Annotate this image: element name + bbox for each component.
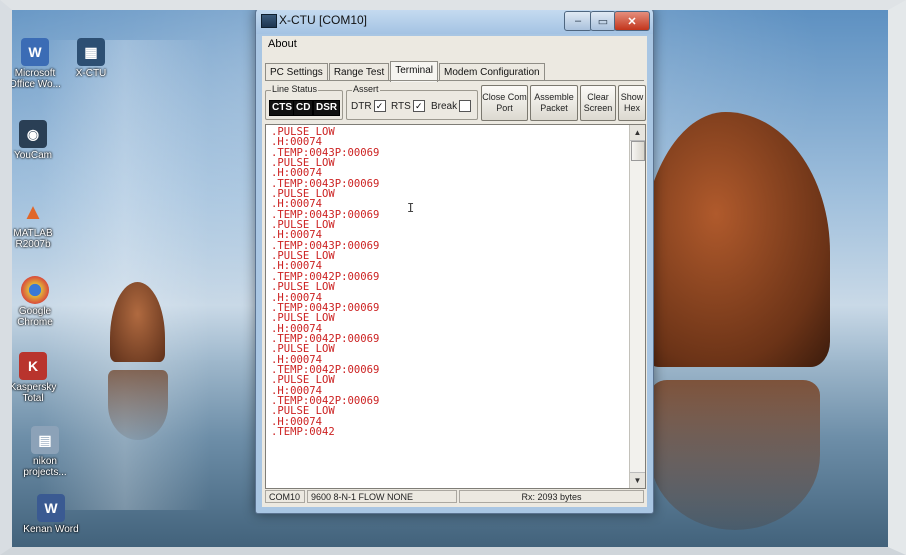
vertical-scrollbar[interactable]: ▲ ▼ <box>629 125 645 488</box>
scroll-up-arrow-icon[interactable]: ▲ <box>630 125 645 141</box>
desktop-icon-youcam[interactable]: ◉ YouCam <box>2 120 64 161</box>
chrome-icon <box>21 276 49 304</box>
scroll-down-arrow-icon[interactable]: ▼ <box>630 472 645 488</box>
cts-indicator: CTS <box>269 100 295 116</box>
menu-bar: About <box>262 36 647 55</box>
desktop-icon-xctu[interactable]: ▦ X-CTU <box>60 38 122 79</box>
word-doc-icon: W <box>21 38 49 66</box>
text-cursor-icon: I <box>407 201 415 215</box>
rts-checkbox[interactable]: RTS ✓ <box>391 100 425 112</box>
status-settings: 9600 8-N-1 FLOW NONE <box>307 490 457 503</box>
desktop-icon-matlab[interactable]: ▲ MATLAB R2007b <box>2 198 64 250</box>
tab-range-test[interactable]: Range Test <box>328 63 390 81</box>
tab-terminal[interactable]: Terminal <box>390 61 439 82</box>
document-icon: W <box>37 494 65 522</box>
rts-check-box[interactable]: ✓ <box>412 100 425 112</box>
cd-indicator: CD <box>293 100 314 116</box>
title-bar[interactable]: X-CTU [COM10] – ▭ ✕ <box>256 8 653 34</box>
assert-title: Assert <box>352 84 380 94</box>
desktop-icon-label: MATLAB R2007b <box>13 228 53 250</box>
camera-icon: ◉ <box>19 120 47 148</box>
clear-screen-button[interactable]: Clear Screen <box>580 85 616 121</box>
tab-divider <box>265 80 644 81</box>
close-button[interactable]: ✕ <box>614 11 650 31</box>
tab-strip: PC Settings Range Test Terminal Modem Co… <box>265 61 546 82</box>
break-label: Break <box>431 100 458 112</box>
app-icon <box>261 14 277 28</box>
desktop-icon-kenan[interactable]: W Kenan Word <box>20 494 82 535</box>
menu-about[interactable]: About <box>268 38 297 50</box>
maximize-button[interactable]: ▭ <box>590 11 616 31</box>
xctu-icon: ▦ <box>77 38 105 66</box>
dtr-checkbox[interactable]: DTR ✓ <box>351 100 386 112</box>
kaspersky-icon: K <box>19 352 47 380</box>
close-com-port-button[interactable]: Close Com Port <box>481 85 528 121</box>
desktop-icon-label: Kaspersky Total <box>9 382 57 404</box>
desktop-icon-label: YouCam <box>14 150 52 161</box>
rock-reflection <box>650 380 820 530</box>
status-bar: COM10 9600 8-N-1 FLOW NONE Rx: 2093 byte… <box>265 490 644 504</box>
xctu-window: X-CTU [COM10] – ▭ ✕ About PC Settings Ra… <box>255 7 654 514</box>
line-status-group: Line Status CTS CD DSR <box>265 84 343 120</box>
assert-group: Assert DTR ✓ RTS ✓ Break <box>346 84 478 120</box>
desktop-icon-label: X-CTU <box>75 68 107 79</box>
desktop-icon-label: Google Chrome <box>17 306 53 328</box>
tab-modem-configuration[interactable]: Modem Configuration <box>439 63 545 81</box>
status-rx-bytes: Rx: 2093 bytes <box>459 490 644 503</box>
dtr-label: DTR <box>351 100 372 112</box>
dsr-indicator: DSR <box>313 100 341 116</box>
assemble-packet-button[interactable]: Assemble Packet <box>530 85 578 121</box>
matlab-icon: ▲ <box>22 199 44 224</box>
tab-pc-settings[interactable]: PC Settings <box>265 63 328 81</box>
status-port: COM10 <box>265 490 305 503</box>
desktop-icon-word[interactable]: W Microsoft Office Wo... <box>4 38 66 90</box>
client-area: PC Settings Range Test Terminal Modem Co… <box>262 54 647 507</box>
dtr-check-box[interactable]: ✓ <box>373 100 386 112</box>
desktop-icon-label: Kenan Word <box>23 524 79 535</box>
window-title: X-CTU [COM10] <box>279 13 368 27</box>
folder-icon: ▤ <box>31 426 59 454</box>
rts-label: RTS <box>391 100 411 112</box>
line-status-title: Line Status <box>271 84 319 94</box>
desktop-icon-kaspersky[interactable]: K Kaspersky Total <box>2 352 64 404</box>
desktop-icon-chrome[interactable]: Google Chrome <box>4 276 66 328</box>
scrollbar-thumb[interactable] <box>631 141 645 161</box>
break-check-box[interactable] <box>459 100 472 112</box>
minimize-button[interactable]: – <box>564 11 592 31</box>
desktop-icon-label: nikon projects... <box>23 456 67 478</box>
break-checkbox[interactable]: Break <box>431 100 472 112</box>
desktop-icon-label: Microsoft Office Wo... <box>9 68 61 90</box>
terminal-text: .PULSE LOW .H:00074 .TEMP:0043P:00069 .P… <box>271 126 380 438</box>
terminal-output[interactable]: .PULSE LOW .H:00074 .TEMP:0043P:00069 .P… <box>265 124 646 489</box>
show-hex-button[interactable]: Show Hex <box>618 85 646 121</box>
desktop-icon-nikon[interactable]: ▤ nikon projects... <box>14 426 76 478</box>
small-rock-reflection <box>108 370 168 440</box>
